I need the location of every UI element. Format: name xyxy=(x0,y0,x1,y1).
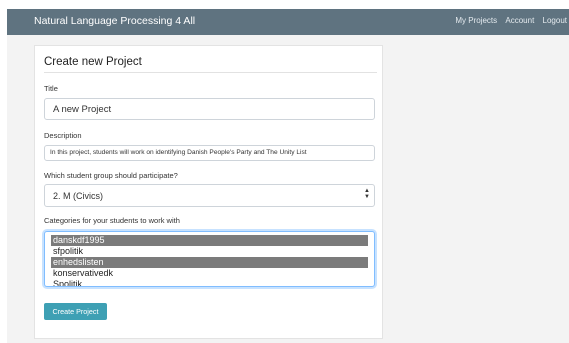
create-project-card: Create new Project Title A new Project D… xyxy=(34,45,383,339)
form-heading: Create new Project xyxy=(44,56,142,68)
categories-label: Categories for your students to work wit… xyxy=(44,216,180,225)
brand-title[interactable]: Natural Language Processing 4 All xyxy=(34,15,195,27)
description-input[interactable]: In this project, students will work on i… xyxy=(44,145,375,161)
group-label: Which student group should participate? xyxy=(44,171,178,180)
title-input[interactable]: A new Project xyxy=(44,98,375,120)
student-group-select[interactable]: 2. M (Civics) ▲ ▼ xyxy=(44,184,375,207)
nav-link-my-projects[interactable]: My Projects xyxy=(455,16,497,25)
description-label: Description xyxy=(44,131,82,140)
category-option-sfpolitik[interactable]: sfpolitik xyxy=(51,246,368,257)
category-option-spolitik[interactable]: Spolitik xyxy=(51,279,368,286)
category-option-danskdf1995[interactable]: danskdf1995 xyxy=(51,235,368,246)
top-navbar: Natural Language Processing 4 All My Pro… xyxy=(7,9,569,35)
heading-divider xyxy=(44,72,377,73)
nav-link-account[interactable]: Account xyxy=(505,16,534,25)
select-arrows-icon: ▲ ▼ xyxy=(364,188,370,200)
student-group-selected-value: 2. M (Civics) xyxy=(53,191,103,201)
create-project-button[interactable]: Create Project xyxy=(44,303,107,320)
category-option-konservativedk[interactable]: konservativedk xyxy=(51,268,368,279)
category-option-enhedslisten[interactable]: enhedslisten xyxy=(51,257,368,268)
title-label: Title xyxy=(44,84,58,93)
nav-link-logout[interactable]: Logout xyxy=(543,16,567,25)
nav-links: My Projects Account Logout xyxy=(449,16,567,25)
categories-multiselect[interactable]: danskdf1995 sfpolitik enhedslisten konse… xyxy=(44,231,375,287)
